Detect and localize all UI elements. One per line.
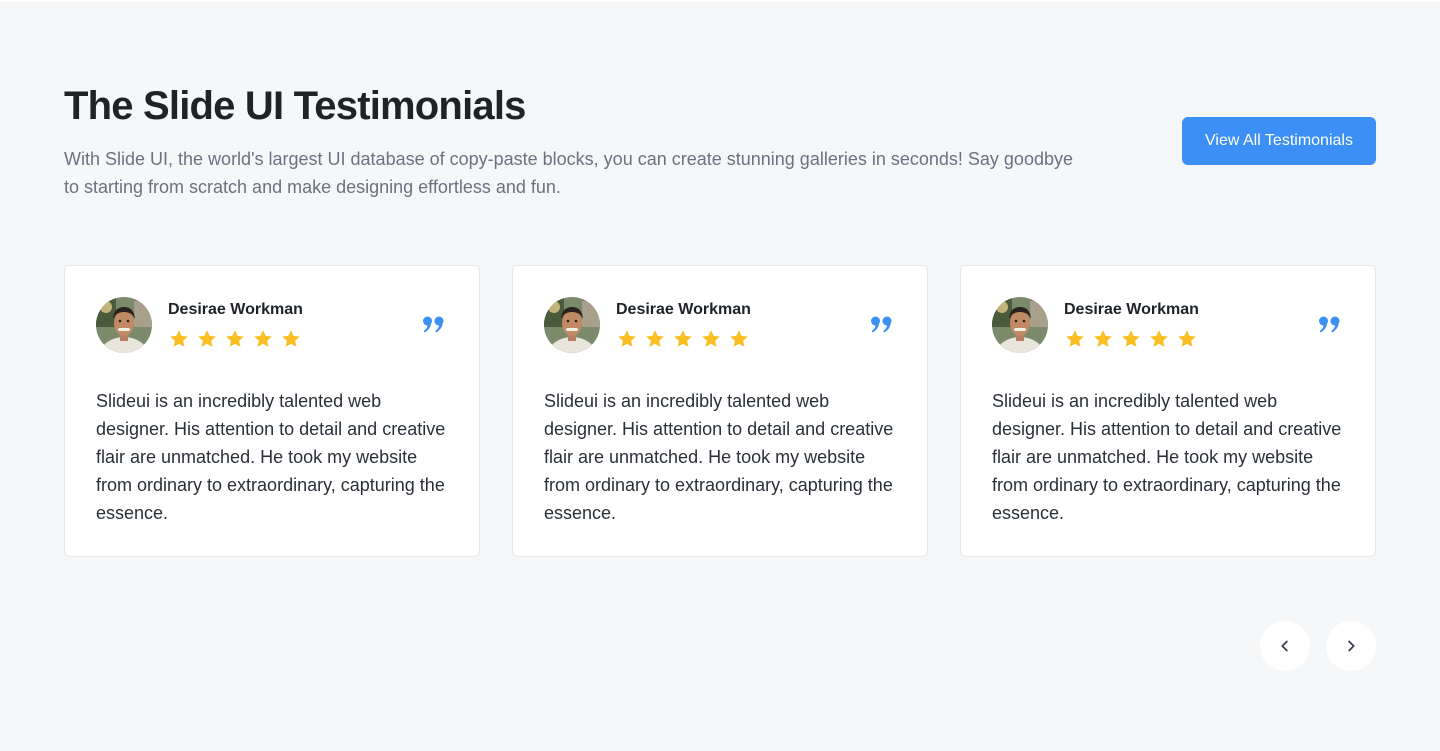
- star-icon: [226, 330, 244, 347]
- quote-icon: [1318, 315, 1342, 335]
- star-icon: [1178, 330, 1196, 347]
- testimonial-text: Slideui is an incredibly talented web de…: [544, 391, 894, 523]
- testimonial-text: Slideui is an incredibly talented web de…: [96, 391, 446, 523]
- star-rating: [617, 329, 749, 349]
- star-rating: [169, 329, 301, 349]
- star-icon: [282, 330, 300, 347]
- page-subtitle: With Slide UI, the world's largest UI da…: [64, 149, 1073, 197]
- testimonial-card: Desirae Workman Slideui is an incredibly…: [512, 265, 928, 557]
- star-icon: [702, 330, 720, 347]
- star-icon: [1122, 330, 1140, 347]
- previous-button[interactable]: [1260, 621, 1310, 671]
- page-title: The Slide UI Testimonials: [64, 84, 526, 128]
- quote-icon: [870, 315, 894, 335]
- chevron-right-icon: [1348, 640, 1355, 652]
- testimonial-card: Desirae Workman Slideui is an incredibly…: [64, 265, 480, 557]
- carousel-nav: [1260, 621, 1376, 671]
- star-icon: [1066, 330, 1084, 347]
- star-icon: [646, 330, 664, 347]
- testimonial-card: Desirae Workman Slideui is an incredibly…: [960, 265, 1376, 557]
- next-button[interactable]: [1326, 621, 1376, 671]
- testimonial-list: Desirae Workman Slideui is an incredibly…: [64, 265, 1376, 557]
- testimonial-text: Slideui is an incredibly talented web de…: [992, 391, 1342, 523]
- chevron-left-icon: [1281, 640, 1288, 652]
- star-icon: [170, 330, 188, 347]
- avatar: [992, 297, 1048, 353]
- avatar: [544, 297, 600, 353]
- reviewer-name: Desirae Workman: [616, 301, 751, 318]
- reviewer-name: Desirae Workman: [1064, 301, 1199, 318]
- testimonials-section: The Slide UI Testimonials With Slide UI,…: [64, 0, 1376, 751]
- star-icon: [618, 330, 636, 347]
- star-icon: [1094, 330, 1112, 347]
- star-icon: [674, 330, 692, 347]
- avatar: [96, 297, 152, 353]
- view-all-testimonials-button[interactable]: View All Testimonials: [1182, 117, 1376, 165]
- star-rating: [1065, 329, 1197, 349]
- star-icon: [1150, 330, 1168, 347]
- reviewer-name: Desirae Workman: [168, 301, 303, 318]
- star-icon: [730, 330, 748, 347]
- star-icon: [254, 330, 272, 347]
- star-icon: [198, 330, 216, 347]
- quote-icon: [422, 315, 446, 335]
